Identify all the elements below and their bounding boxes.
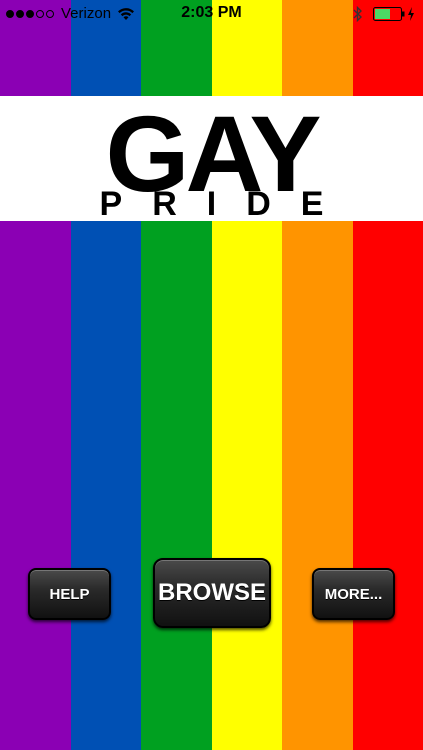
more-button[interactable]: MORE... <box>312 568 395 620</box>
charging-bolt-icon <box>408 7 414 21</box>
status-bar: Verizon 2:03 PM <box>0 0 423 28</box>
banner-subtitle: PRIDE <box>99 185 354 223</box>
bluetooth-icon <box>353 6 362 22</box>
status-right <box>353 6 415 22</box>
help-button[interactable]: HELP <box>28 568 111 620</box>
browse-button[interactable]: BROWSE <box>153 558 271 628</box>
battery-icon <box>373 7 405 21</box>
